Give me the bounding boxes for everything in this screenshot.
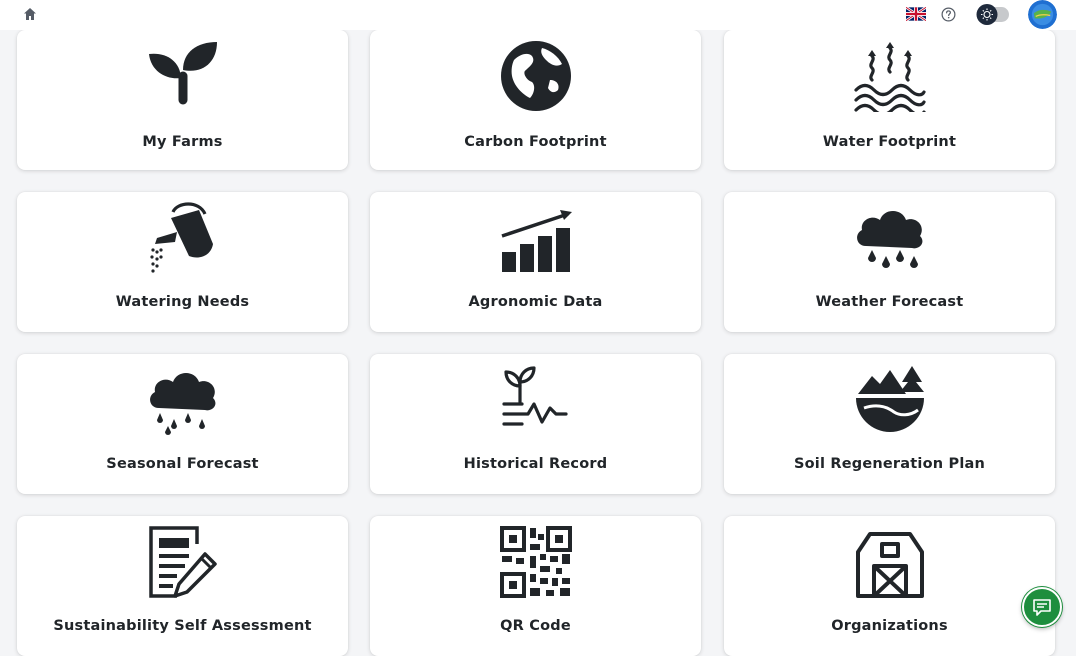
water-evaporation-icon xyxy=(854,42,926,112)
card-label: QR Code xyxy=(500,618,571,634)
card-soil-regeneration-plan[interactable]: Soil Regeneration Plan xyxy=(724,354,1055,494)
card-label: My Farms xyxy=(142,134,223,150)
card-label: Organizations xyxy=(831,618,948,634)
card-historical-record[interactable]: Historical Record xyxy=(370,354,701,494)
barn-icon xyxy=(856,532,924,598)
card-agronomic-data[interactable]: Agronomic Data xyxy=(370,192,701,332)
card-weather-forecast[interactable]: Weather Forecast xyxy=(724,192,1055,332)
theme-toggle[interactable] xyxy=(976,4,1010,25)
card-organizations[interactable]: Organizations xyxy=(724,516,1055,656)
globe-avatar-icon[interactable] xyxy=(1028,0,1057,29)
plant-history-icon xyxy=(502,366,568,426)
card-my-farms[interactable]: My Farms xyxy=(17,30,348,170)
card-label: Seasonal Forecast xyxy=(106,456,259,472)
uk-flag-icon[interactable] xyxy=(906,7,926,21)
card-label: Water Footprint xyxy=(822,134,957,150)
qr-code-icon xyxy=(500,526,572,598)
card-label: Agronomic Data xyxy=(468,294,603,310)
earth-icon xyxy=(501,41,571,111)
soil-landscape-icon xyxy=(856,366,924,432)
chat-icon xyxy=(1033,599,1051,616)
sprout-icon xyxy=(149,42,217,105)
card-carbon-footprint[interactable]: Carbon Footprint xyxy=(370,30,701,170)
rain-cloud-icon xyxy=(150,373,216,435)
card-label: Soil Regeneration Plan xyxy=(793,456,986,472)
card-qr-code[interactable]: QR Code xyxy=(370,516,701,656)
card-water-footprint[interactable]: Water Footprint xyxy=(724,30,1055,170)
card-label: Weather Forecast xyxy=(815,294,964,310)
card-label: Historical Record xyxy=(463,456,608,472)
card-label: Watering Needs xyxy=(115,294,250,310)
card-seasonal-forecast[interactable]: Seasonal Forecast xyxy=(17,354,348,494)
home-icon[interactable] xyxy=(22,6,38,22)
chat-button[interactable] xyxy=(1022,587,1062,627)
card-label: Sustainability Self Assessment xyxy=(53,618,312,634)
growth-chart-icon xyxy=(501,210,572,272)
document-edit-icon xyxy=(149,526,217,598)
card-label: Carbon Footprint xyxy=(464,134,607,150)
card-sustainability-self-assessment[interactable]: Sustainability Self Assessment xyxy=(17,516,348,656)
rain-cloud-icon xyxy=(857,211,923,268)
top-bar xyxy=(0,0,1076,30)
watering-can-icon xyxy=(150,202,213,273)
help-circle-icon[interactable] xyxy=(941,7,956,22)
card-watering-needs[interactable]: Watering Needs xyxy=(17,192,348,332)
